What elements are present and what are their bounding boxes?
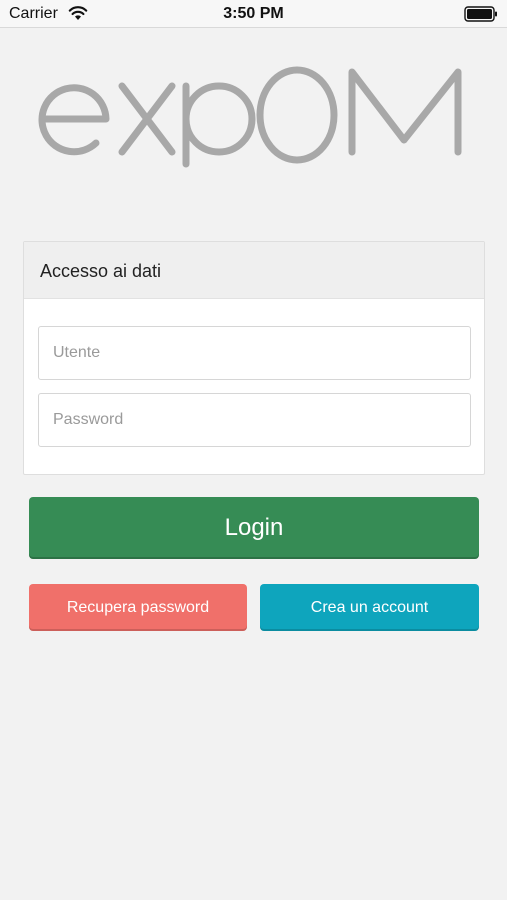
clock: 3:50 PM (223, 5, 284, 22)
login-button[interactable]: Login (29, 497, 479, 559)
panel-title: Accesso ai dati (24, 242, 484, 299)
recover-password-button[interactable]: Recupera password (29, 584, 247, 631)
password-input[interactable] (38, 393, 471, 447)
status-bar: Carrier 3:50 PM (0, 0, 507, 28)
expom-logo (34, 60, 470, 175)
battery-icon (464, 6, 498, 27)
create-account-button[interactable]: Crea un account (260, 584, 479, 631)
login-panel: Accesso ai dati (23, 241, 485, 475)
username-input[interactable] (38, 326, 471, 380)
